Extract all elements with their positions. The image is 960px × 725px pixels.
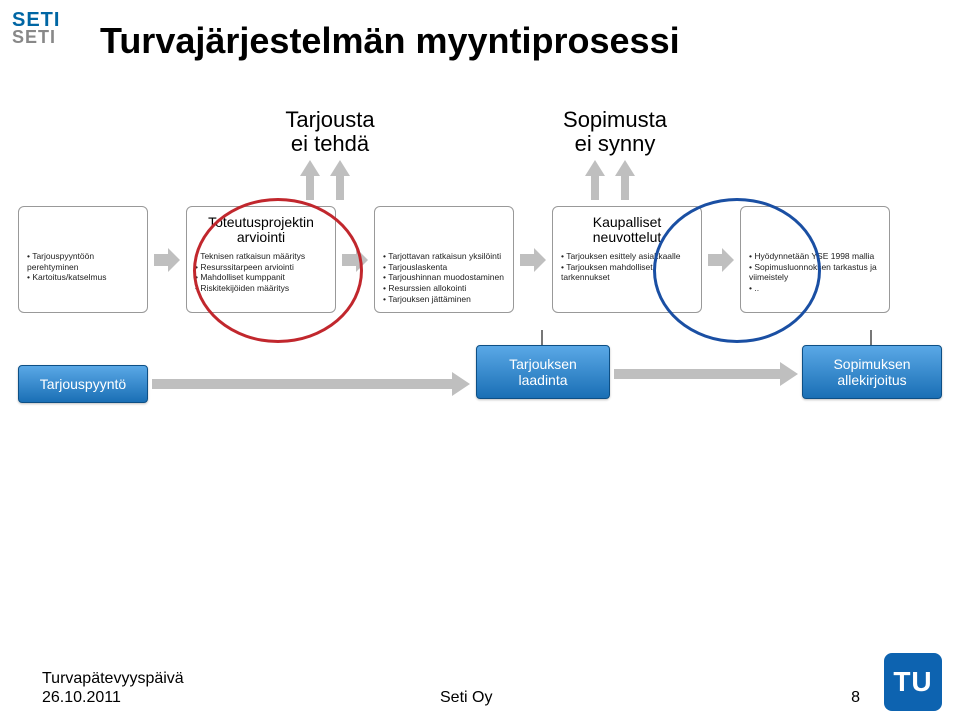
bullet: Tarjoushinnan muodostaminen <box>383 272 505 283</box>
stage-header <box>383 213 505 247</box>
stage-header: Kaupalliset neuvottelut <box>561 213 693 247</box>
arrow-up-icon <box>585 160 605 200</box>
process-stage-row: Tarjouspyyntöön perehtyminen Kartoitus/k… <box>18 206 942 313</box>
bullet: Teknisen ratkaisun määritys <box>195 251 327 262</box>
arrow-right-icon <box>342 246 368 274</box>
arrow-right-icon <box>614 362 798 386</box>
bullet: Mahdolliset kumppanit <box>195 272 327 283</box>
stage-bullets: Tarjouspyyntöön perehtyminen Kartoitus/k… <box>27 251 139 283</box>
stage-header <box>27 213 139 247</box>
bullet: .. <box>749 283 881 294</box>
stage-box-tender-prep: Tarjottavan ratkaisun yksilöinti Tarjous… <box>374 206 514 313</box>
step-tarjouksen-laadinta: Tarjouksen laadinta <box>476 345 610 399</box>
brand-logo: SETI SETI <box>12 10 60 46</box>
stage-bullets: Hyödynnetään YSE 1998 mallia Sopimusluon… <box>749 251 881 294</box>
bullet: Kartoitus/katselmus <box>27 272 139 283</box>
footer-date: 26.10.2011 <box>42 689 121 706</box>
bullet: Riskitekijöiden määritys <box>195 283 327 294</box>
step-sopimuksen-allekirjoitus: Sopimuksen allekirjoitus <box>802 345 942 399</box>
stage-box-negotiation: Kaupalliset neuvottelut Tarjouksen esitt… <box>552 206 702 313</box>
tu-badge-icon: TU <box>884 653 942 711</box>
bullet: Tarjouksen jättäminen <box>383 294 505 305</box>
page-title: Turvajärjestelmän myyntiprosessi <box>100 20 680 62</box>
bullet: Hyödynnetään YSE 1998 mallia <box>749 251 881 262</box>
bullet: Tarjouslaskenta <box>383 262 505 273</box>
arrow-right-icon <box>154 246 180 274</box>
arrow-right-icon <box>152 372 470 396</box>
stage-box-signing: Hyödynnetään YSE 1998 mallia Sopimusluon… <box>740 206 890 313</box>
connector-line <box>870 330 872 346</box>
bullet: Resurssitarpeen arviointi <box>195 262 327 273</box>
arrow-up-icon <box>300 160 320 200</box>
arrow-right-icon <box>520 246 546 274</box>
brand-logo-line2: SETI <box>12 28 60 46</box>
stage-header <box>749 213 881 247</box>
footer-page: 8 <box>851 689 860 707</box>
arrow-right-icon <box>708 246 734 274</box>
stage-bullets: Teknisen ratkaisun määritys Resurssitarp… <box>195 251 327 294</box>
footer-org: Seti Oy <box>440 689 492 707</box>
branch-label-no-contract: Sopimustaei synny <box>545 108 685 156</box>
stage-bullets: Tarjottavan ratkaisun yksilöinti Tarjous… <box>383 251 505 304</box>
stage-box-evaluation: Toteutusprojektin arviointi Teknisen rat… <box>186 206 336 313</box>
stage-header: Toteutusprojektin arviointi <box>195 213 327 247</box>
stage-bullets: Tarjouksen esittely asiakkaalle Tarjouks… <box>561 251 693 283</box>
footer-event: Turvapätevyyspäivä 26.10.2011 <box>42 669 184 707</box>
bullet: Tarjouspyyntöön perehtyminen <box>27 251 139 272</box>
bullet: Resurssien allokointi <box>383 283 505 294</box>
bullet: Tarjottavan ratkaisun yksilöinti <box>383 251 505 262</box>
arrow-up-icon <box>615 160 635 200</box>
arrow-up-icon <box>330 160 350 200</box>
tu-badge-text: TU <box>893 666 932 698</box>
bullet: Sopimusluonnoksen tarkastus ja viimeiste… <box>749 262 881 283</box>
bullet: Tarjouksen esittely asiakkaalle <box>561 251 693 262</box>
connector-line <box>541 330 543 346</box>
stage-box-intake: Tarjouspyyntöön perehtyminen Kartoitus/k… <box>18 206 148 313</box>
bullet: Tarjouksen mahdolliset tarkennukset <box>561 262 693 283</box>
branch-label-no-offer: Tarjoustaei tehdä <box>260 108 400 156</box>
step-tarjouspyynto: Tarjouspyyntö <box>18 365 148 403</box>
footer-event-name: Turvapätevyyspäivä <box>42 670 184 687</box>
